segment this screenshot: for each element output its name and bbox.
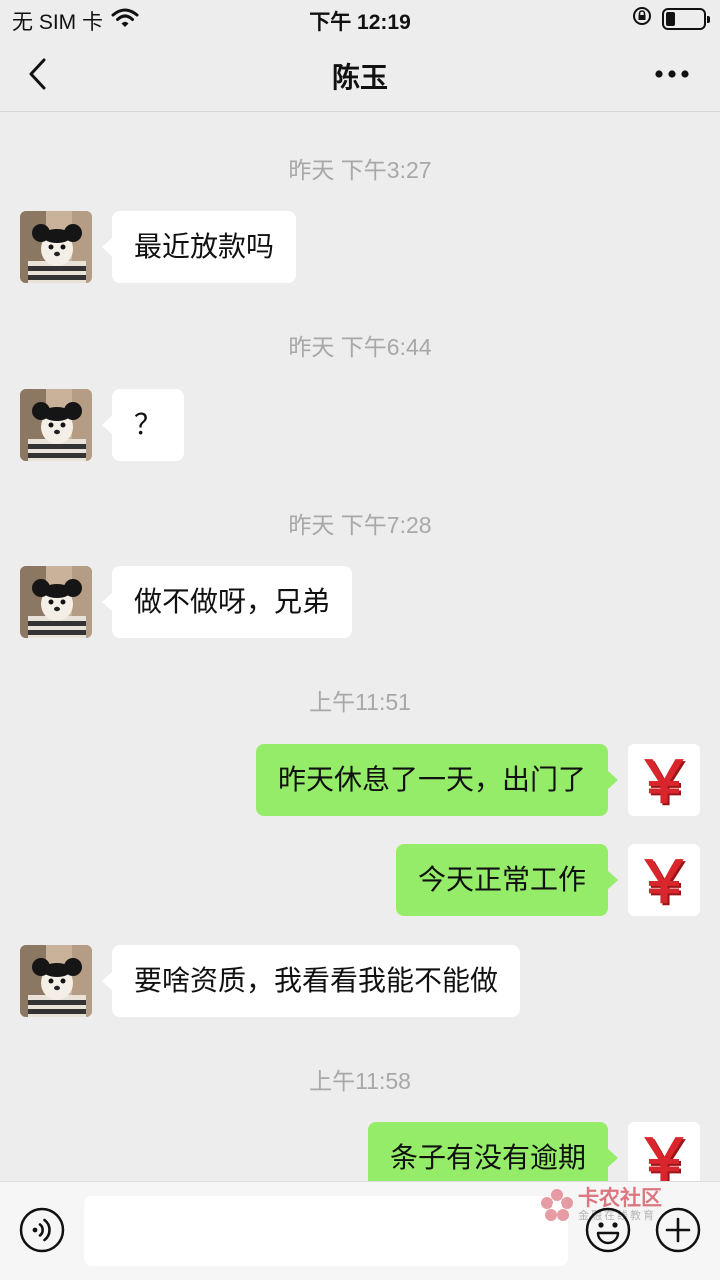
timestamp: 昨天 下午6:44	[288, 334, 432, 360]
message-bubble-outgoing[interactable]: 条子有没有逾期	[367, 1122, 619, 1181]
input-bar: 卡农社区 金融在线教育	[0, 1181, 720, 1280]
panda-dog-avatar-icon	[20, 389, 92, 461]
rotation-lock-icon	[632, 6, 652, 32]
svg-text:￥: ￥	[635, 748, 693, 816]
more-dots-icon	[655, 70, 689, 78]
yuan-symbol-avatar-icon: ￥ ￥	[628, 744, 700, 816]
emoji-icon	[585, 1207, 631, 1253]
message-bubble-incoming[interactable]: 要啥资质，我看看我能不能做	[101, 945, 521, 1017]
yuan-symbol-avatar-icon: ￥ ￥	[628, 844, 700, 916]
message-bubble-incoming[interactable]: 做不做呀，兄弟	[101, 566, 353, 638]
message-input[interactable]	[84, 1196, 568, 1266]
panda-dog-avatar-icon	[20, 211, 92, 283]
panda-dog-avatar-icon	[20, 566, 92, 638]
contact-avatar[interactable]	[20, 211, 92, 283]
timestamp: 昨天 下午3:27	[288, 157, 432, 183]
plus-icon	[655, 1207, 701, 1253]
contact-avatar[interactable]	[20, 945, 92, 1017]
svg-text:￥: ￥	[635, 848, 693, 916]
battery-icon	[662, 8, 710, 30]
timestamp: 上午11:58	[309, 1068, 411, 1094]
nav-bar: 陈玉	[0, 36, 720, 112]
status-right	[632, 6, 710, 32]
timestamp: 上午11:51	[309, 689, 411, 715]
svg-text:￥: ￥	[635, 1126, 693, 1181]
voice-icon	[19, 1207, 65, 1253]
chat-area[interactable]: 昨天 下午3:27 最近放款吗 昨天 下午6:44 ？ 昨天 下午7:28 做不…	[0, 113, 720, 1181]
yuan-symbol-avatar-icon: ￥ ￥	[628, 1122, 700, 1181]
self-avatar[interactable]: ￥ ￥	[628, 744, 700, 816]
status-bar: 无 SIM 卡 下午 12:19	[0, 0, 720, 36]
battery-level	[666, 12, 675, 26]
emoji-button[interactable]	[584, 1206, 632, 1254]
message-bubble-outgoing[interactable]: 昨天休息了一天，出门了	[255, 744, 619, 816]
more-button[interactable]	[652, 62, 692, 86]
panda-dog-avatar-icon	[20, 945, 92, 1017]
self-avatar[interactable]: ￥ ￥	[628, 1122, 700, 1181]
contact-avatar[interactable]	[20, 389, 92, 461]
contact-avatar[interactable]	[20, 566, 92, 638]
status-time: 下午 12:19	[309, 11, 411, 34]
message-bubble-incoming[interactable]: 最近放款吗	[101, 211, 297, 283]
voice-button[interactable]	[18, 1206, 66, 1254]
plus-button[interactable]	[654, 1206, 702, 1254]
self-avatar[interactable]: ￥ ￥	[628, 844, 700, 916]
timestamp: 昨天 下午7:28	[288, 512, 432, 538]
message-bubble-outgoing[interactable]: 今天正常工作	[395, 844, 619, 916]
flower-logo-icon	[541, 1189, 573, 1221]
message-bubble-incoming[interactable]: ？	[101, 389, 185, 461]
chat-title: 陈玉	[331, 62, 388, 93]
